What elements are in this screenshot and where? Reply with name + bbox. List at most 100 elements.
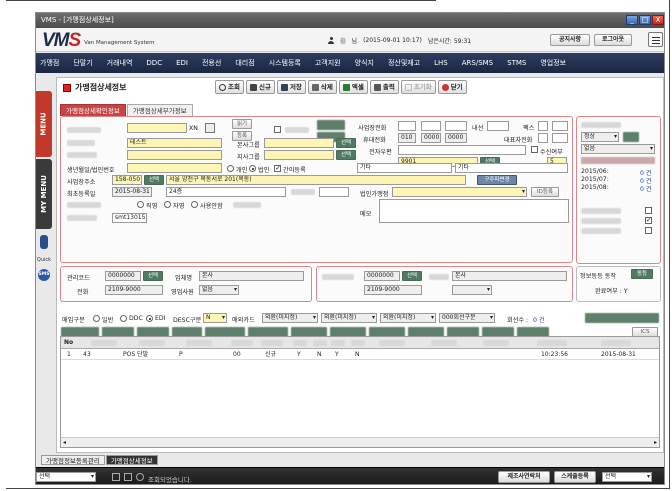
biz-phone-2[interactable] [421, 121, 441, 131]
search-button[interactable]: 조회 [215, 80, 244, 94]
merchant-number-input[interactable] [127, 123, 187, 133]
menu-item[interactable]: 대리점 [235, 58, 254, 68]
menu-item[interactable]: LHS [434, 59, 448, 67]
maximize-button[interactable]: □ [639, 15, 651, 25]
status2-select[interactable]: 없음 [581, 144, 655, 154]
mobile-3[interactable]: 0000 [445, 133, 467, 143]
mgmt-select-button[interactable]: 선택 [143, 271, 163, 281]
menu-item[interactable]: EDI [176, 59, 188, 67]
delete-button[interactable]: 삭제 [307, 80, 337, 94]
menu-item[interactable]: 가맹점 [40, 58, 59, 68]
menu-item[interactable]: 단말기 [73, 58, 92, 68]
menu-item[interactable]: 양식지 [355, 58, 374, 68]
read-button[interactable]: 읽기 [232, 119, 252, 129]
etc2-input[interactable]: 기타 [455, 163, 568, 173]
phone-input[interactable]: 2109-9000 [105, 285, 163, 295]
tab-merchant-detail[interactable]: 가맹점상세정보 [105, 455, 158, 465]
company-input[interactable]: 본사 [199, 271, 304, 281]
logout-button[interactable]: 로그아웃 [594, 34, 632, 46]
first-reg-input[interactable]: 2015-08-31 [112, 187, 152, 197]
direct-radio[interactable] [137, 201, 144, 208]
simple-reg-checkbox[interactable] [274, 164, 281, 172]
card-select-1[interactable]: 외환(미지정) [262, 313, 318, 323]
fax-2[interactable] [552, 121, 568, 131]
tab-merchant-management[interactable]: 가맹점정보등록관리 [41, 455, 105, 465]
status-select[interactable]: 선택 [36, 472, 96, 482]
zip-select-button[interactable]: 선택 [144, 175, 164, 185]
scroll-right-icon[interactable]: ▸ [654, 439, 657, 446]
sales-select[interactable]: 없음 [199, 285, 239, 295]
tab-basic-info[interactable]: 가맹점상세확인정보 [60, 104, 126, 116]
unused-radio[interactable] [191, 201, 198, 208]
print-button[interactable]: 출력 [369, 80, 399, 94]
menu-item[interactable]: ARS/SMS [462, 59, 493, 67]
card-select-2[interactable]: 외환(미지정) [321, 313, 377, 323]
line-type-select[interactable]: 000회선구분 [439, 313, 495, 323]
menu-item[interactable]: 전용선 [202, 58, 221, 68]
save-button[interactable]: 저장 [276, 80, 306, 94]
menu-item[interactable]: 거래내역 [107, 58, 133, 68]
side-tab-menu[interactable]: MENU [36, 91, 52, 157]
rep-phone-2[interactable] [552, 133, 568, 143]
merchant-name-input[interactable]: 테스트 [127, 138, 222, 148]
corp-chain-select[interactable] [392, 187, 527, 197]
menu-item[interactable]: 시스템등록 [269, 58, 301, 68]
biz-phone-1[interactable] [398, 121, 416, 131]
biz-phone-3[interactable] [445, 121, 467, 131]
toggle-icon[interactable] [40, 235, 48, 249]
mgmt-select2-button[interactable]: 선택 [402, 271, 422, 281]
rep-name-input[interactable] [127, 150, 222, 160]
sales2-select[interactable] [452, 285, 492, 295]
birth-input[interactable] [127, 163, 222, 173]
company2-input[interactable]: 본사 [452, 271, 567, 281]
rep-phone-1[interactable] [538, 133, 548, 143]
close-button[interactable]: X [652, 15, 664, 25]
reset-button[interactable]: 초기화 [400, 80, 436, 94]
search-icon[interactable] [205, 123, 215, 133]
blurred-button[interactable] [585, 313, 659, 323]
menu-item[interactable]: 영업정보 [540, 58, 566, 68]
menu-item[interactable]: 정산및재고 [388, 58, 420, 68]
hamburger-menu-icon[interactable] [648, 32, 663, 47]
minimize-button[interactable]: _ [626, 15, 638, 25]
table-row[interactable]: 1 43 POS 단말 P 00 신규 Y N Y N 10:23:56 201… [61, 350, 659, 360]
branch-group-input[interactable] [264, 150, 334, 160]
checkbox[interactable] [645, 227, 652, 234]
window-icon[interactable] [124, 473, 132, 481]
excel-button[interactable]: 엑셀 [338, 80, 368, 94]
memo-textarea[interactable] [379, 199, 569, 223]
hq-select-button[interactable]: 선택 [336, 138, 356, 148]
menu-item[interactable]: 고객지원 [315, 58, 341, 68]
scroll-left-icon[interactable]: ◂ [63, 439, 66, 446]
mobile-1[interactable]: 010 [398, 133, 416, 143]
horizontal-scrollbar[interactable]: ◂ ▸ [61, 437, 659, 447]
zip-input[interactable]: 158-050 [112, 175, 142, 185]
receive-checkbox[interactable] [531, 146, 538, 153]
personal-radio[interactable] [227, 165, 234, 172]
corp-radio[interactable] [249, 165, 256, 172]
fax-1[interactable] [538, 121, 548, 131]
checkbox[interactable] [645, 207, 652, 214]
address-input[interactable]: 서울 양천구 목동서로 201(목동) [166, 175, 466, 185]
address-detail-input[interactable]: 24층 [166, 187, 286, 197]
window-icon[interactable] [112, 473, 120, 481]
email-input[interactable] [398, 145, 526, 155]
etc1-input[interactable]: 기타 [357, 163, 452, 173]
id-register-button[interactable]: ID등록 [531, 187, 559, 197]
close-page-button[interactable]: 닫기 [437, 80, 467, 94]
mgmt-code-input[interactable]: 0000000 [105, 271, 141, 281]
manufacturer-contact-button[interactable]: 제조사연락처 [498, 471, 550, 483]
self-radio[interactable] [164, 201, 171, 208]
sms-icon[interactable]: SMS [38, 269, 50, 281]
circle-icon[interactable] [136, 473, 144, 481]
general-radio[interactable] [93, 315, 100, 322]
notice-button[interactable]: 공지사항 [550, 34, 590, 46]
blurred-button[interactable] [317, 120, 345, 130]
menu-item[interactable]: DDC [146, 59, 162, 67]
checkbox[interactable] [274, 126, 281, 133]
tab-extra-info[interactable]: 가맹점상세부가정보 [126, 104, 193, 116]
menu-item[interactable]: STMS [507, 59, 526, 67]
hq-group-input[interactable] [264, 138, 334, 148]
mgmt-code2-input[interactable]: 0000000 [364, 271, 400, 281]
bank-change-button[interactable]: 구주파변경 [477, 175, 517, 185]
